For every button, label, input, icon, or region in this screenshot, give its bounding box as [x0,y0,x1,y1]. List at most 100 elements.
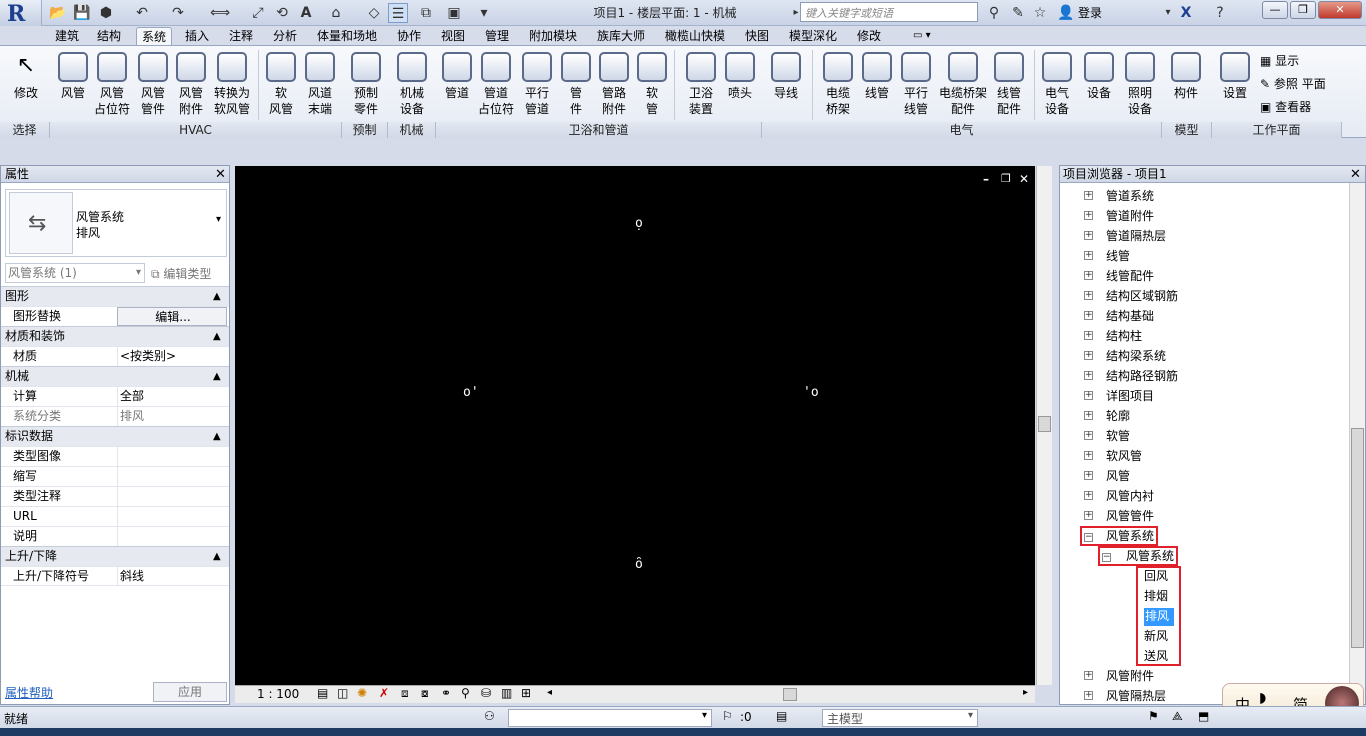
expand-icon[interactable]: + [1084,451,1093,460]
plumbing-fixture-button[interactable]: 卫浴 装置 [680,50,722,120]
edit-type-button[interactable]: ⧉ 编辑类型 [151,265,211,282]
pipe-placeholder-button[interactable]: 管道 占位符 [476,50,516,120]
sun-path-icon[interactable]: ✺ [357,686,367,700]
select-pinned-icon[interactable]: ⬒ [1198,709,1209,723]
panel-select[interactable]: 选择 [0,122,50,138]
sync-icon[interactable]: ⬢ [96,3,116,23]
highlight-displacement-icon[interactable]: ⊞ [521,686,531,700]
design-options-icon[interactable]: ▤ [776,709,787,723]
tab-addins[interactable]: 附加模块 [524,27,582,45]
modify-button[interactable]: ↖ 修改 [4,50,48,120]
expand-icon[interactable]: + [1084,351,1093,360]
save-icon[interactable]: 💾 [72,3,92,23]
tree-leaf-smoke-exhaust[interactable]: 排烟 [1138,588,1179,608]
pipe-button[interactable]: 管道 [438,50,476,120]
close-icon[interactable]: ✕ [215,166,226,183]
wire-button[interactable]: 导线 [766,50,806,120]
conduit-button[interactable]: 线管 [858,50,896,120]
pipe-fitting-button[interactable]: 管 件 [558,50,594,120]
view-close-icon[interactable]: ✕ [1019,172,1029,186]
expand-icon[interactable]: + [1084,211,1093,220]
show-workplane-button[interactable]: ▦ 显示 [1260,52,1299,70]
lock-view-icon[interactable]: ⛁ [481,686,491,700]
user-icon[interactable]: 👤 [1056,3,1076,23]
apply-button[interactable]: 应用 [153,682,227,702]
type-dropdown-icon[interactable]: ▾ [216,214,221,225]
pipe-accessory-button[interactable]: 管路 附件 [594,50,634,120]
detail-level-icon[interactable]: ▤ [317,686,328,700]
section-mechanical[interactable]: 机械 ▲ [1,366,229,386]
drawing-canvas[interactable]: – ❐ ✕ ọ o' 'o ȏ [235,166,1035,685]
graphic-override-edit-button[interactable]: 编辑... [117,307,227,326]
panel-mechanical[interactable]: 机械 [388,122,436,138]
expand-icon[interactable]: + [1084,331,1093,340]
cable-tray-fitting-button[interactable]: 电缆桥架 配件 [936,50,990,120]
panel-model[interactable]: 模型 [1162,122,1212,138]
binoculars-icon[interactable]: ⚲ [984,3,1004,23]
panel-workplane[interactable]: 工作平面 [1212,122,1342,138]
select-underlay-icon[interactable]: ⟁ [1172,709,1183,724]
calculation-value[interactable]: 全部 [117,387,227,406]
scroll-thumb[interactable] [1351,428,1364,648]
thin-lines-icon[interactable]: ☰ [388,3,408,23]
duct-fitting-button[interactable]: 风管 管件 [134,50,172,120]
workset-icon[interactable]: ⚇ [484,709,495,723]
view-minimize-icon[interactable]: – [983,172,989,186]
canvas-vertical-scrollbar[interactable] [1036,166,1052,685]
section-identity-data[interactable]: 标识数据 ▲ [1,426,229,446]
expand-icon[interactable]: + [1084,251,1093,260]
application-menu-button[interactable]: R [0,0,42,27]
section-icon[interactable]: ◇ [364,3,384,23]
device-button[interactable]: 设备 [1080,50,1118,120]
expand-icon[interactable]: + [1084,691,1093,700]
scroll-right-icon[interactable]: ▸ [1023,687,1028,698]
duct-button[interactable]: 风管 [54,50,92,120]
dimension-icon[interactable]: ⤢ [248,3,268,23]
panel-electrical[interactable]: 电气 [762,122,1162,138]
search-input[interactable]: 键入关键字或短语 [800,2,978,22]
tree-leaf-return-air[interactable]: 回风 [1138,568,1179,588]
cable-tray-button[interactable]: 电缆 桥架 [818,50,858,120]
material-value[interactable]: <按类别> [117,347,227,366]
expand-icon[interactable]: + [1084,491,1093,500]
maximize-button[interactable]: ❐ [1290,1,1316,19]
help-icon[interactable]: ? [1210,3,1230,23]
tab-modify[interactable]: 修改 [852,27,886,45]
expand-icon[interactable]: + [1084,391,1093,400]
expand-icon[interactable]: + [1084,291,1093,300]
panel-hvac[interactable]: HVAC [50,122,342,138]
section-graphics[interactable]: 图形 ▲ [1,286,229,306]
section-materials[interactable]: 材质和装饰 ▲ [1,326,229,346]
view-restore-icon[interactable]: ❐ [1001,172,1011,185]
tab-quick-draw[interactable]: 快图 [740,27,774,45]
3d-view-icon[interactable]: ⌂ [326,3,346,23]
scroll-thumb[interactable] [1038,416,1051,432]
exchange-apps-icon[interactable]: X [1176,3,1196,23]
temporary-hide-icon[interactable]: ⚭ [441,686,451,700]
expand-icon[interactable]: + [1084,431,1093,440]
sprinkler-button[interactable]: 喷头 [722,50,758,120]
component-button[interactable]: 构件 [1166,50,1206,120]
tab-insert[interactable]: 插入 [180,27,214,45]
section-rise-drop[interactable]: 上升/下降 ▲ [1,546,229,566]
expand-icon[interactable]: + [1084,511,1093,520]
favorites-star-icon[interactable]: ☆ [1030,3,1050,23]
tab-family-master[interactable]: 族库大师 [592,27,650,45]
reveal-hidden-icon[interactable]: ⚲ [461,686,470,700]
workset-select[interactable]: ▾ [508,709,712,727]
tab-olive-model[interactable]: 橄榄山快模 [660,27,730,45]
shadows-icon[interactable]: ✗ [379,686,389,700]
duct-accessory-button[interactable]: 风管 附件 [172,50,210,120]
collapse-icon[interactable]: − [1102,553,1111,562]
ribbon-minimize-icon[interactable]: ▭ ▾ [908,27,936,45]
elevation-marker-west[interactable]: o' [463,385,479,400]
tab-massing[interactable]: 体量和场地 [312,27,382,45]
filter-icon[interactable]: ⚐ [722,709,733,723]
parallel-conduits-button[interactable]: 平行 线管 [896,50,936,120]
qat-dropdown-icon[interactable]: ▾ [474,3,494,23]
ref-plane-button[interactable]: ✎ 参照 平面 [1260,75,1326,93]
air-terminal-button[interactable]: 风道 末端 [300,50,340,120]
ime-punctuation-icon[interactable]: ◗ [1259,690,1266,706]
open-icon[interactable]: 📂 [48,3,68,23]
panel-prefab[interactable]: 预制 [342,122,388,138]
